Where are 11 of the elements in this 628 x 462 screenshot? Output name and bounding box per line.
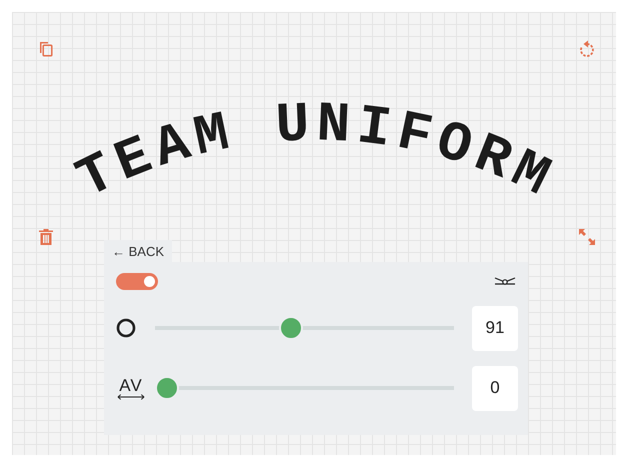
toggle-switch[interactable] xyxy=(116,272,158,290)
circle-outline-icon xyxy=(116,318,136,338)
value-field[interactable]: 91 xyxy=(472,306,518,350)
copy-icon[interactable] xyxy=(38,41,54,57)
trash-icon[interactable] xyxy=(38,228,54,246)
arc-warp-icon[interactable] xyxy=(494,275,516,287)
value-field[interactable]: 0 xyxy=(472,366,518,410)
back-button[interactable]: ← BACK xyxy=(104,240,172,262)
rotate-icon[interactable] xyxy=(578,40,596,58)
resize-icon[interactable] xyxy=(578,228,596,246)
curved-text: TEAM UNIFORM xyxy=(60,72,570,212)
